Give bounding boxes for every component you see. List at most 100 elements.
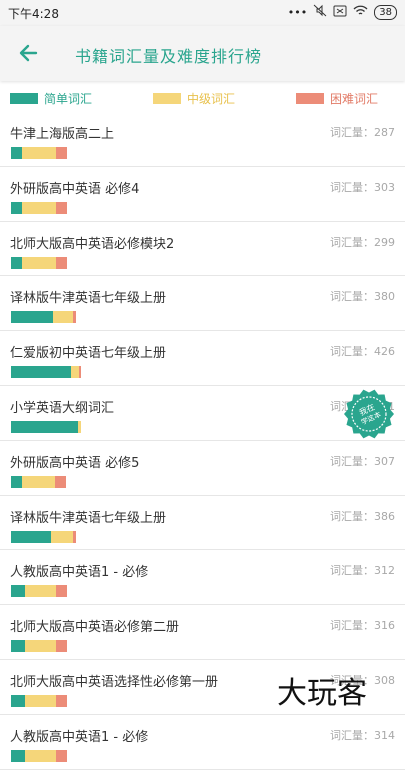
difficulty-bar — [11, 256, 67, 269]
legend-swatch-hard — [296, 93, 324, 104]
vocab-count: 词汇量：314 — [330, 728, 395, 742]
difficulty-bar-hard — [55, 201, 67, 214]
difficulty-bar-simple — [11, 640, 25, 653]
difficulty-bar-medium — [70, 366, 79, 379]
status-icons: ••• 38 — [288, 4, 397, 20]
back-arrow-icon — [19, 44, 38, 62]
difficulty-bar-hard — [55, 147, 67, 159]
difficulty-bar-medium — [22, 147, 56, 159]
difficulty-bar — [11, 147, 67, 159]
difficulty-bar-medium — [21, 475, 55, 488]
difficulty-bar — [11, 530, 77, 543]
difficulty-bar-medium — [51, 530, 73, 543]
vocab-count: 词汇量：303 — [330, 180, 395, 194]
difficulty-bar — [11, 475, 66, 488]
stamp-icon: 我在 学这本 — [344, 389, 394, 439]
page-title: 书籍词汇量及难度排行榜 — [75, 47, 263, 66]
notification-dots-icon: ••• — [287, 5, 308, 19]
book-row[interactable]: 人教版高中英语1 - 必修 词汇量：314 — [0, 715, 405, 770]
vocab-count: 词汇量：426 — [330, 345, 395, 359]
book-title: 小学英语大纲词汇 — [10, 400, 115, 416]
book-row[interactable]: 牛津上海版高二上 词汇量：287 — [0, 112, 405, 167]
legend-swatch-medium — [153, 93, 181, 104]
book-title: 外研版高中英语 必修5 — [10, 455, 140, 471]
book-title: 人教版高中英语1 - 必修 — [10, 565, 149, 581]
vocab-count: 词汇量：386 — [330, 509, 395, 523]
battery-icon: 38 — [374, 4, 397, 20]
difficulty-bar-simple — [11, 475, 22, 488]
vocab-count: 词汇量：312 — [330, 564, 395, 578]
vocab-count: 词汇量：307 — [330, 454, 395, 468]
difficulty-bar-hard — [55, 640, 67, 653]
difficulty-bar — [11, 366, 81, 379]
difficulty-bar-medium — [25, 749, 56, 762]
book-title: 人教版高中英语1 - 必修 — [10, 729, 149, 745]
difficulty-bar-simple — [11, 530, 52, 543]
difficulty-bar-medium — [22, 256, 56, 269]
book-title: 译林版牛津英语七年级上册 — [10, 510, 167, 526]
legend-swatch-simple — [10, 93, 38, 104]
vocab-count: 词汇量：380 — [330, 290, 395, 304]
difficulty-bar-simple — [11, 420, 78, 433]
difficulty-bar-medium — [25, 694, 56, 707]
book-title: 北师大版高中英语必修模块2 — [10, 236, 175, 252]
difficulty-bar-simple — [11, 694, 25, 707]
difficulty-bar-medium — [22, 201, 56, 214]
no-sim-icon — [333, 5, 347, 20]
difficulty-bar-hard — [55, 585, 67, 598]
difficulty-bar — [11, 420, 81, 433]
book-title: 北师大版高中英语选择性必修第一册 — [10, 674, 219, 690]
difficulty-bar-simple — [11, 749, 25, 762]
difficulty-bar-medium — [53, 311, 73, 324]
book-title: 牛津上海版高二上 — [10, 127, 115, 142]
book-row[interactable]: 仁爱版初中英语七年级上册 词汇量：426 — [0, 331, 405, 386]
legend-label-medium: 中级词汇 — [187, 92, 236, 106]
book-row[interactable]: 人教版高中英语1 - 必修 词汇量：312 — [0, 550, 405, 606]
difficulty-bar — [11, 311, 77, 324]
difficulty-bar — [11, 585, 67, 598]
difficulty-bar-medium — [77, 420, 81, 433]
wifi-icon — [353, 5, 368, 20]
reading-stamp-badge[interactable]: 我在 学这本 — [343, 388, 395, 440]
difficulty-bar-simple — [11, 311, 54, 324]
book-row[interactable]: 北师大版高中英语必修模块2 词汇量：299 — [0, 222, 405, 277]
book-row[interactable]: 外研版高中英语 必修4 词汇量：303 — [0, 167, 405, 222]
difficulty-bar-medium — [25, 585, 56, 598]
difficulty-bar-simple — [11, 147, 23, 159]
watermark-logo: 大玩客 — [277, 676, 367, 711]
book-row[interactable]: 外研版高中英语 必修5 词汇量：307 — [0, 441, 405, 496]
status-time: 下午4:28 — [8, 7, 59, 21]
difficulty-bar-simple — [11, 256, 23, 269]
book-title: 译林版牛津英语七年级上册 — [10, 291, 167, 307]
book-title: 仁爱版初中英语七年级上册 — [10, 346, 167, 362]
mute-icon — [313, 4, 327, 20]
difficulty-bar-hard — [55, 694, 67, 707]
difficulty-bar — [11, 694, 67, 707]
book-row[interactable]: 译林版牛津英语七年级上册 词汇量：380 — [0, 276, 405, 332]
book-row[interactable]: 译林版牛津英语七年级上册 词汇量：386 — [0, 496, 405, 551]
vocab-count: 词汇量：316 — [330, 619, 395, 633]
book-row[interactable]: 北师大版高中英语必修第二册 词汇量：316 — [0, 605, 405, 660]
status-bar: 下午4:28 ••• 38 — [0, 0, 405, 26]
legend: 简单词汇 中级词汇 困难词汇 — [0, 85, 405, 111]
difficulty-bar-medium — [25, 640, 56, 653]
legend-label-simple: 简单词汇 — [44, 92, 93, 106]
difficulty-bar-simple — [11, 201, 23, 214]
difficulty-bar-simple — [11, 585, 25, 598]
difficulty-bar — [11, 749, 67, 762]
difficulty-bar-hard — [55, 256, 67, 269]
app-bar: 书籍词汇量及难度排行榜 — [0, 26, 405, 81]
difficulty-bar-hard — [72, 530, 77, 543]
back-button[interactable] — [14, 38, 44, 68]
difficulty-bar-hard — [78, 366, 81, 379]
vocab-count: 词汇量：287 — [330, 126, 395, 139]
legend-medium: 中级词汇 — [153, 90, 235, 107]
difficulty-bar — [11, 640, 67, 653]
legend-simple: 简单词汇 — [10, 90, 92, 107]
legend-hard: 困难词汇 — [296, 90, 378, 107]
difficulty-bar-hard — [55, 749, 67, 762]
difficulty-bar — [11, 201, 67, 214]
vocab-count: 词汇量：299 — [330, 235, 395, 249]
difficulty-bar-hard — [72, 311, 77, 324]
book-title: 外研版高中英语 必修4 — [10, 181, 140, 197]
